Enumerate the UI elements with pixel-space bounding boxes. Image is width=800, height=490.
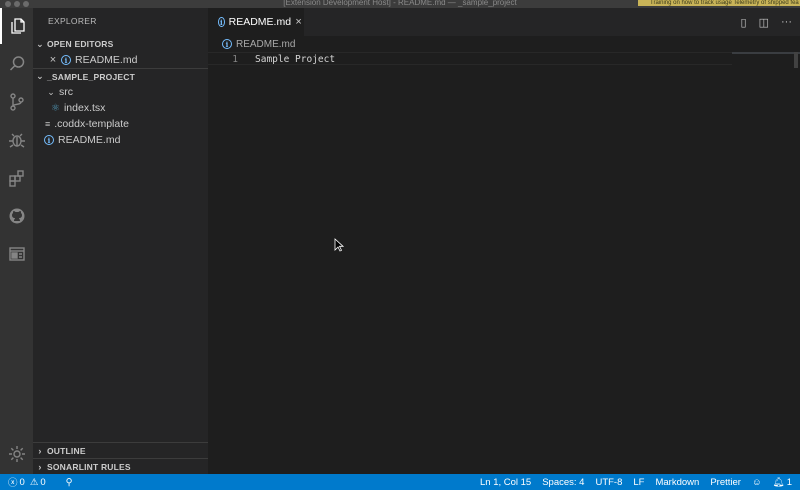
- files-icon: [10, 18, 25, 34]
- file-readme[interactable]: i README.md: [33, 132, 208, 148]
- feedback-icon[interactable]: ☺: [752, 477, 762, 488]
- minimap[interactable]: [732, 52, 800, 54]
- file-label: README.md: [58, 134, 121, 146]
- open-editors-header[interactable]: ⌄ OPEN EDITORS: [33, 36, 208, 52]
- extensions-icon: [8, 170, 24, 187]
- open-preview-icon[interactable]: ▯: [741, 16, 747, 29]
- formatter[interactable]: Prettier: [710, 477, 741, 488]
- chevron-down-icon: ⌄: [47, 86, 55, 97]
- close-icon[interactable]: ×: [47, 54, 59, 66]
- error-count: 0: [19, 476, 25, 488]
- line-number: 1: [232, 54, 238, 65]
- project-header[interactable]: ⌄ _SAMPLE_PROJECT: [33, 68, 208, 84]
- indentation[interactable]: Spaces: 4: [542, 477, 584, 488]
- folder-src[interactable]: ⌄ src: [33, 84, 208, 100]
- sonarlint-header[interactable]: › SONARLINT RULES: [33, 458, 208, 474]
- activity-manage[interactable]: [0, 436, 33, 472]
- activity-debug[interactable]: [0, 122, 33, 158]
- end-of-line[interactable]: LF: [633, 477, 644, 488]
- editor-area[interactable]: 1 Sample Project: [208, 52, 800, 474]
- scrollbar-thumb[interactable]: [794, 52, 798, 68]
- chevron-down-icon: ⌄: [36, 38, 44, 49]
- bell-icon: 🔔︎: [772, 476, 785, 488]
- tab-label: README.md: [228, 16, 292, 28]
- tab-bar: i README.md × ▯ ◫ ···: [208, 8, 800, 36]
- warning-icon: ⚠: [29, 476, 39, 488]
- info-icon: i: [222, 39, 232, 49]
- search-icon: [9, 56, 24, 71]
- info-icon: i: [61, 55, 71, 65]
- github-icon: [9, 208, 24, 224]
- breadcrumb-label: README.md: [236, 38, 296, 50]
- open-editors-label: OPEN EDITORS: [47, 39, 114, 49]
- open-editor-label: README.md: [75, 54, 138, 66]
- live-share-icon[interactable]: ⚲: [66, 477, 73, 488]
- file-coddx-template[interactable]: ≡ .coddx-template: [33, 116, 208, 132]
- info-icon: i: [218, 17, 225, 27]
- notifications[interactable]: 🔔︎ 1: [773, 477, 792, 488]
- split-editor-icon[interactable]: ◫: [759, 16, 769, 29]
- more-actions-icon[interactable]: ···: [781, 16, 792, 28]
- outline-label: OUTLINE: [47, 445, 86, 456]
- folder-label: src: [59, 86, 73, 98]
- file-index-tsx[interactable]: ⚛ index.tsx: [33, 100, 208, 116]
- source-control-icon: [9, 93, 24, 111]
- file-label: .coddx-template: [54, 118, 129, 130]
- error-icon: ⓧ: [8, 478, 18, 489]
- gear-icon: [8, 446, 25, 462]
- problems-indicator[interactable]: ⓧ 0 ⚠ 0: [8, 475, 46, 490]
- activity-panel[interactable]: [0, 236, 33, 272]
- info-icon: i: [44, 135, 54, 145]
- title-bar: [Extension Development Host] - README.md…: [0, 0, 800, 8]
- activity-search[interactable]: [0, 46, 33, 82]
- chevron-right-icon: ›: [38, 461, 42, 472]
- notice-banner[interactable]: Training on how to track usage Telemetry…: [638, 0, 800, 6]
- project-label: _SAMPLE_PROJECT: [47, 71, 136, 82]
- editor-actions: ▯ ◫ ···: [741, 8, 792, 36]
- code-line[interactable]: Sample Project: [255, 53, 335, 66]
- activity-source-control[interactable]: [0, 84, 33, 120]
- notification-count: 1: [786, 476, 792, 488]
- sidebar-title: EXPLORER: [48, 16, 97, 26]
- current-line: 1 Sample Project: [208, 52, 732, 65]
- outline-header[interactable]: › OUTLINE: [33, 442, 208, 458]
- file-label: index.tsx: [63, 102, 106, 114]
- language-mode[interactable]: Markdown: [655, 477, 699, 488]
- activity-bar: [0, 8, 33, 474]
- breadcrumb[interactable]: i README.md: [208, 36, 800, 52]
- cursor-position[interactable]: Ln 1, Col 15: [480, 477, 531, 488]
- status-bar: ⓧ 0 ⚠ 0 ⚲ Ln 1, Col 15 Spaces: 4 UTF-8 L…: [0, 474, 800, 490]
- activity-explorer[interactable]: [0, 8, 33, 44]
- chevron-right-icon: ›: [38, 445, 42, 456]
- chevron-down-icon: ⌄: [36, 71, 44, 81]
- lines-icon: ≡: [45, 119, 51, 129]
- debug-icon: [8, 133, 25, 148]
- warning-count: 0: [40, 476, 46, 488]
- tab-readme[interactable]: i README.md ×: [208, 8, 304, 36]
- close-icon[interactable]: ×: [295, 16, 302, 28]
- sonarlint-label: SONARLINT RULES: [47, 461, 131, 472]
- explorer-sidebar: EXPLORER ⌄ OPEN EDITORS × i README.md ⌄ …: [33, 8, 208, 474]
- react-icon: ⚛: [51, 102, 60, 114]
- activity-extensions[interactable]: [0, 160, 33, 196]
- open-editor-item[interactable]: × i README.md: [33, 52, 208, 68]
- panel-icon: [8, 247, 25, 261]
- activity-github[interactable]: [0, 198, 33, 234]
- encoding[interactable]: UTF-8: [595, 477, 622, 488]
- mouse-pointer-icon: [334, 238, 344, 252]
